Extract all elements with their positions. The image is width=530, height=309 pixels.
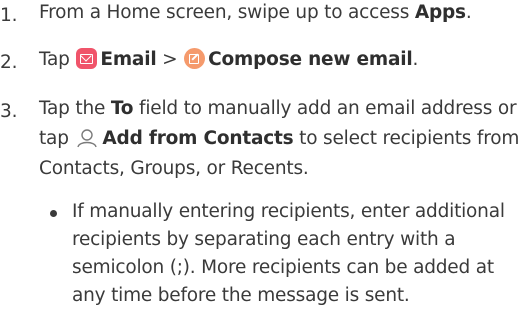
- step-number: 3.: [0, 101, 18, 122]
- step-3-line-2: tap Add from Contacts to select recipien…: [39, 128, 520, 149]
- step-3-line-1: Tap the To field to manually add an emai…: [39, 98, 517, 119]
- bullet-line-1: If manually entering recipients, enter a…: [72, 201, 505, 222]
- step-1-text: From a Home screen, swipe up to access A…: [39, 2, 472, 23]
- person-outline-icon: [77, 129, 98, 148]
- add-from-contacts-label: Add from Contacts: [102, 128, 294, 149]
- email-app-icon: [76, 48, 98, 69]
- step-2-text: Tap Email > Compose new email.: [39, 48, 419, 70]
- email-label: Email: [100, 49, 157, 70]
- bullet-line-4: any time before the message is sent.: [72, 285, 410, 306]
- apps-label: Apps: [414, 2, 466, 23]
- compose-icon: [184, 48, 206, 69]
- to-label: To: [110, 98, 134, 119]
- bullet-line-3: semicolon (;). More recipients can be ad…: [72, 257, 494, 278]
- step-number: 2.: [0, 52, 18, 73]
- step-3-line-3: Contacts, Groups, or Recents.: [39, 158, 309, 179]
- step-number: 1.: [0, 5, 18, 26]
- bullet-line-2: recipients by separating each entry with…: [72, 229, 456, 250]
- compose-label: Compose new email: [208, 49, 413, 70]
- bullet-dot: [50, 210, 57, 217]
